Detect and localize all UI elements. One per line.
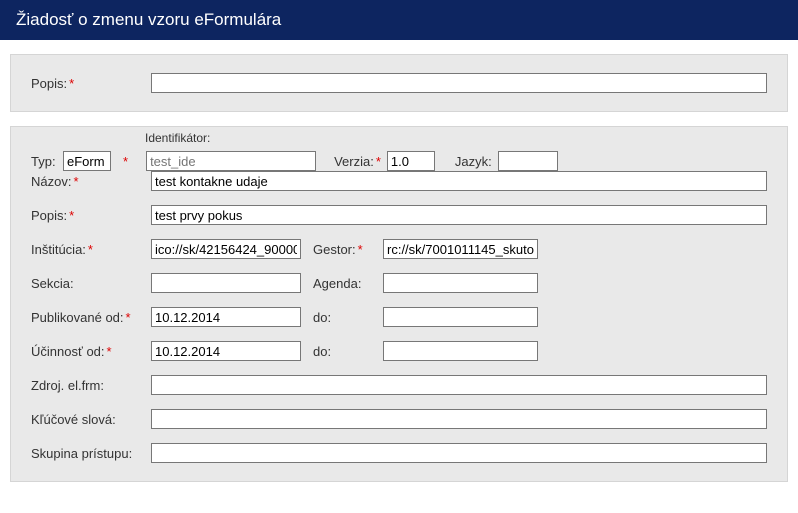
label-publikovane-od: Publikované od:* xyxy=(31,310,151,325)
label-ucinnost-od: Účinnosť od:* xyxy=(31,344,151,359)
label-nazov: Názov:* xyxy=(31,174,151,189)
input-agenda[interactable] xyxy=(383,273,538,293)
required-mark: * xyxy=(73,174,78,189)
panel-top-popis: Popis:* xyxy=(10,54,788,112)
input-skupina[interactable] xyxy=(151,443,767,463)
input-verzia[interactable] xyxy=(387,151,435,171)
input-zdroj[interactable] xyxy=(151,375,767,395)
required-mark: * xyxy=(69,208,74,223)
required-mark: * xyxy=(126,310,131,325)
label-klucove: Kľúčové slová: xyxy=(31,412,151,427)
input-klucove[interactable] xyxy=(151,409,767,429)
required-mark: * xyxy=(123,154,128,169)
input-ucinnost-od[interactable] xyxy=(151,341,301,361)
input-institucia[interactable] xyxy=(151,239,301,259)
input-jazyk[interactable] xyxy=(498,151,558,171)
label-zdroj: Zdroj. el.frm: xyxy=(31,378,151,393)
input-ucinnost-do[interactable] xyxy=(383,341,538,361)
label-popis: Popis:* xyxy=(31,208,151,223)
label-verzia: Verzia:* xyxy=(334,154,381,169)
input-typ[interactable] xyxy=(63,151,111,171)
label-agenda: Agenda: xyxy=(313,276,383,291)
label-ucinnost-do: do: xyxy=(313,344,383,359)
input-popis-top[interactable] xyxy=(151,73,767,93)
required-mark: * xyxy=(376,154,381,169)
page-title-bar: Žiadosť o zmenu vzoru eFormulára xyxy=(0,0,798,40)
label-typ: Typ: xyxy=(31,154,63,169)
label-identifikator: Identifikátor: xyxy=(145,131,210,145)
label-publikovane-do: do: xyxy=(313,310,383,325)
input-publikovane-od[interactable] xyxy=(151,307,301,327)
page-title: Žiadosť o zmenu vzoru eFormulára xyxy=(16,10,281,29)
label-gestor: Gestor:* xyxy=(313,242,383,257)
input-gestor[interactable] xyxy=(383,239,538,259)
input-nazov[interactable] xyxy=(151,171,767,191)
label-jazyk: Jazyk: xyxy=(455,154,492,169)
input-identifikator xyxy=(146,151,316,171)
required-mark: * xyxy=(107,344,112,359)
input-popis[interactable] xyxy=(151,205,767,225)
label-sekcia: Sekcia: xyxy=(31,276,151,291)
input-publikovane-do[interactable] xyxy=(383,307,538,327)
label-skupina: Skupina prístupu: xyxy=(31,446,151,461)
required-mark: * xyxy=(88,242,93,257)
label-institucia: Inštitúcia:* xyxy=(31,242,151,257)
input-sekcia[interactable] xyxy=(151,273,301,293)
required-mark: * xyxy=(358,242,363,257)
label-popis-top: Popis:* xyxy=(31,76,151,91)
panel-main-form: Identifikátor: Typ: * Verzia:* Jazyk: Ná… xyxy=(10,126,788,482)
required-mark: * xyxy=(69,76,74,91)
